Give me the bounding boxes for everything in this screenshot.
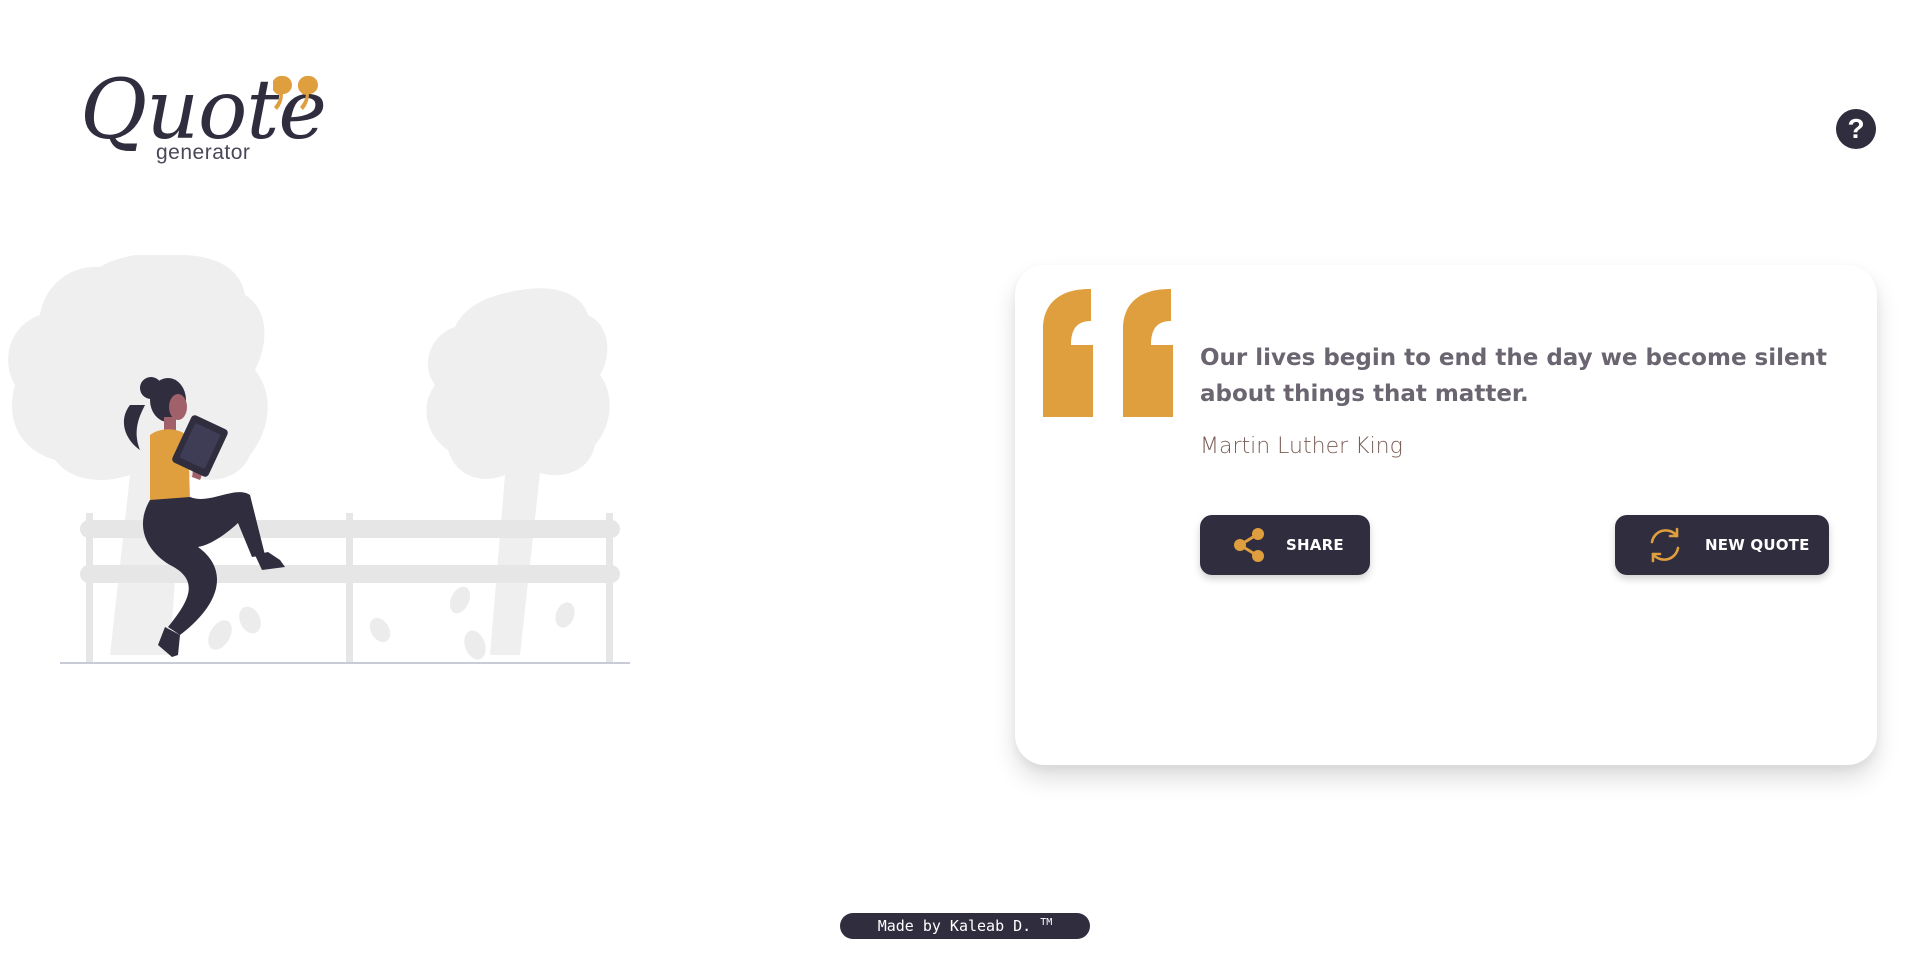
logo-quote-mark-icon (273, 75, 318, 110)
quote-author: Martin Luther King (1200, 434, 1403, 459)
help-button[interactable]: ? (1836, 109, 1876, 149)
new-quote-button[interactable]: NEW QUOTE (1615, 515, 1829, 575)
logo-subtitle: generator (156, 141, 251, 164)
refresh-icon (1650, 527, 1680, 563)
quote-card: Our lives begin to end the day we become… (1015, 265, 1877, 765)
footer-credit: Made by Kaleab D. TM (840, 913, 1090, 939)
open-quote-icon (1043, 289, 1173, 417)
footer-credit-text: Made by Kaleab D. (877, 917, 1032, 935)
woman-reading-on-fence-illustration (8, 255, 630, 664)
share-button[interactable]: SHARE (1200, 515, 1370, 575)
tree-left (8, 255, 268, 655)
share-icon (1234, 528, 1264, 562)
page: Quote generator ? Our lives begin to end… (0, 0, 1920, 953)
app-logo: Quote generator (80, 62, 340, 172)
new-quote-button-label: NEW QUOTE (1705, 536, 1810, 554)
quote-text: Our lives begin to end the day we become… (1200, 345, 1827, 407)
ground-line (60, 662, 630, 664)
trademark-mark: TM (1040, 917, 1053, 928)
share-button-label: SHARE (1286, 536, 1344, 554)
